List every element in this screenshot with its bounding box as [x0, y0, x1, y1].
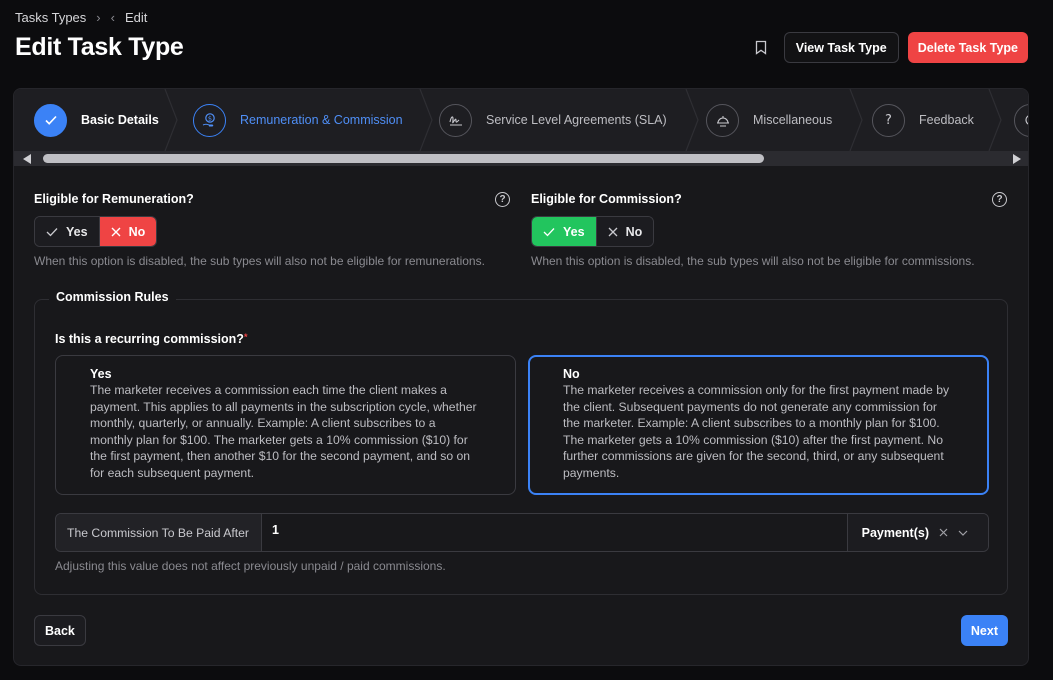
step-divider-icon [849, 89, 863, 151]
step-divider-icon [988, 89, 1002, 151]
delete-task-type-button[interactable]: Delete Task Type [907, 32, 1028, 63]
stepper: Basic Details $ Remuneration & Commissio… [14, 89, 1028, 151]
chevron-left-icon: ‹ [110, 10, 115, 25]
close-icon [608, 227, 618, 236]
svg-text:$: $ [207, 115, 211, 123]
money-hand-icon: $ [193, 103, 226, 137]
payment-unit-select[interactable]: Payment(s) [847, 514, 988, 551]
step-label: Service Level Agreements (SLA) [486, 113, 667, 127]
commission-yes-option[interactable]: Yes [532, 217, 596, 246]
page-title: Edit Task Type [15, 33, 184, 61]
choice-title: No [563, 367, 580, 381]
option-label: No [128, 224, 146, 239]
remuneration-yes-option[interactable]: Yes [35, 217, 99, 246]
remuneration-toggle: Yes No [34, 216, 158, 247]
help-circle-icon[interactable]: ? [495, 192, 510, 207]
choice-description: The marketer receives a commission only … [563, 383, 950, 480]
breadcrumb-current: Edit [124, 10, 148, 25]
clear-icon[interactable] [939, 528, 948, 537]
step-label: Basic Details [81, 113, 159, 127]
form-card: Basic Details $ Remuneration & Commissio… [13, 88, 1029, 666]
recurring-yes-card[interactable]: Yes The marketer receives a commission e… [55, 355, 516, 495]
next-button[interactable]: Next [960, 615, 1008, 646]
check-icon [543, 227, 555, 236]
remuneration-hint: When this option is disabled, the sub ty… [34, 254, 485, 268]
header-actions: View Task Type Delete Task Type [753, 32, 1028, 63]
paid-after-input[interactable]: 1 [262, 514, 847, 551]
commission-rules-section: Commission Rules Is this a recurring com… [34, 290, 1008, 595]
breadcrumb-parent[interactable]: Tasks Types [15, 10, 86, 25]
remuneration-label: Eligible for Remuneration? [34, 192, 194, 206]
commission-toggle: Yes No [531, 216, 655, 247]
scroll-left-arrow-icon[interactable] [23, 154, 31, 164]
option-label: Yes [563, 224, 585, 239]
signature-icon [439, 103, 472, 137]
remuneration-no-option[interactable]: No [98, 217, 157, 246]
check-icon [34, 103, 67, 137]
back-button[interactable]: Back [34, 615, 86, 646]
step-basic-details[interactable]: Basic Details [34, 89, 159, 151]
scroll-right-arrow-icon[interactable] [1013, 154, 1021, 164]
step-remuneration-commission[interactable]: $ Remuneration & Commission [193, 89, 403, 151]
step-label: Miscellaneous [753, 113, 833, 127]
commission-paid-after-group: The Commission To Be Paid After 1 Paymen… [55, 513, 989, 552]
help-circle-icon[interactable]: ? [992, 192, 1007, 207]
chevron-right-icon: › [96, 10, 101, 25]
check-icon [46, 227, 58, 236]
payment-unit-value: Payment(s) [861, 525, 929, 540]
step-feedback[interactable]: ? Feedback [872, 89, 974, 151]
chevron-down-icon[interactable] [958, 530, 968, 536]
step-miscellaneous[interactable]: Miscellaneous [706, 89, 832, 151]
close-icon [111, 227, 121, 236]
question-text: Is this a recurring commission? [55, 332, 244, 346]
breadcrumb: Tasks Types › ‹ Edit [15, 10, 147, 25]
required-mark: * [243, 332, 248, 342]
step-divider-icon [685, 89, 699, 151]
step-sla[interactable]: Service Level Agreements (SLA) [439, 89, 667, 151]
option-label: No [625, 224, 643, 239]
step-label: Remuneration & Commission [240, 113, 403, 127]
bookmark-icon[interactable] [753, 40, 769, 56]
step-more[interactable] [1014, 89, 1028, 151]
recurring-no-card[interactable]: No The marketer receives a commission on… [528, 355, 989, 495]
globe-icon [1014, 103, 1028, 137]
choice-description: The marketer receives a commission each … [90, 383, 477, 480]
question-icon: ? [872, 103, 905, 137]
service-bell-icon [706, 103, 739, 137]
commission-hint: When this option is disabled, the sub ty… [531, 254, 975, 268]
commission-no-option[interactable]: No [595, 217, 654, 246]
commission-rules-legend: Commission Rules [49, 290, 176, 304]
commission-label: Eligible for Commission? [531, 192, 682, 206]
step-divider-icon [164, 89, 178, 151]
recurring-question-label: Is this a recurring commission?* [55, 332, 247, 346]
scroll-thumb[interactable] [43, 154, 764, 163]
horizontal-scrollbar[interactable] [14, 151, 1028, 166]
step-label: Feedback [919, 113, 974, 127]
paid-after-label: The Commission To Be Paid After [56, 514, 262, 551]
choice-title: Yes [90, 367, 112, 381]
step-divider-icon [419, 89, 433, 151]
view-task-type-button[interactable]: View Task Type [783, 32, 899, 63]
option-label: Yes [66, 224, 88, 239]
paid-after-hint: Adjusting this value does not affect pre… [55, 559, 446, 573]
